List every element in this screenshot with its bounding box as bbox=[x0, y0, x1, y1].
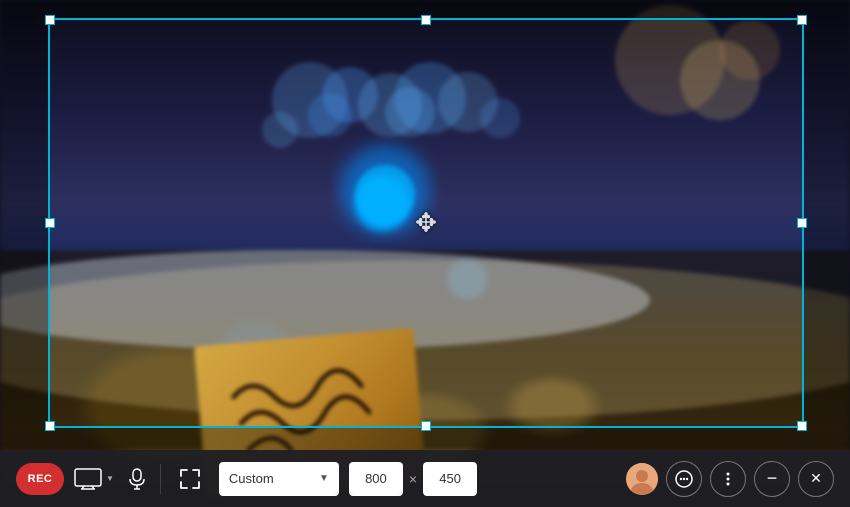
comments-button[interactable] bbox=[666, 461, 702, 497]
expand-button[interactable] bbox=[171, 464, 209, 494]
handle-top-middle[interactable] bbox=[421, 15, 431, 25]
width-input[interactable] bbox=[349, 462, 403, 496]
mic-icon bbox=[128, 468, 146, 490]
move-cursor-icon[interactable]: ✥ bbox=[415, 208, 437, 239]
mic-button[interactable] bbox=[124, 464, 150, 494]
avatar-image bbox=[626, 463, 658, 495]
close-icon: ✕ bbox=[810, 470, 822, 487]
dimension-separator: × bbox=[409, 471, 417, 487]
selection-box[interactable]: ✥ bbox=[48, 18, 804, 428]
screen-capture-container: ✥ REC ▼ bbox=[0, 0, 850, 507]
user-avatar[interactable] bbox=[626, 463, 658, 495]
minus-icon: − bbox=[767, 469, 778, 487]
handle-bottom-right[interactable] bbox=[797, 421, 807, 431]
more-options-icon bbox=[719, 470, 737, 488]
dropdown-selected-value: Custom bbox=[229, 471, 313, 486]
dim-left bbox=[0, 18, 48, 428]
toolbar: REC ▼ bbox=[0, 450, 850, 507]
handle-top-left[interactable] bbox=[45, 15, 55, 25]
handle-bottom-middle[interactable] bbox=[421, 421, 431, 431]
minimize-button[interactable]: − bbox=[754, 461, 790, 497]
screen-capture-mode[interactable]: ▼ bbox=[74, 468, 114, 490]
comments-icon bbox=[675, 470, 693, 488]
close-button[interactable]: ✕ bbox=[798, 461, 834, 497]
resolution-dropdown[interactable]: Custom ▼ bbox=[219, 462, 339, 496]
handle-middle-left[interactable] bbox=[45, 218, 55, 228]
dim-bottom bbox=[0, 428, 850, 450]
expand-icon bbox=[179, 468, 201, 490]
dimension-inputs: × bbox=[349, 462, 477, 496]
handle-bottom-left[interactable] bbox=[45, 421, 55, 431]
toolbar-divider bbox=[160, 464, 161, 494]
more-options-button[interactable] bbox=[710, 461, 746, 497]
dropdown-chevron-icon: ▼ bbox=[319, 473, 329, 484]
screen-icon bbox=[74, 468, 102, 490]
screen-dropdown-arrow: ▼ bbox=[106, 474, 114, 483]
dim-right bbox=[804, 18, 850, 428]
handle-middle-right[interactable] bbox=[797, 218, 807, 228]
height-input[interactable] bbox=[423, 462, 477, 496]
right-controls: − ✕ bbox=[626, 461, 834, 497]
handle-top-right[interactable] bbox=[797, 15, 807, 25]
rec-button[interactable]: REC bbox=[16, 463, 64, 495]
